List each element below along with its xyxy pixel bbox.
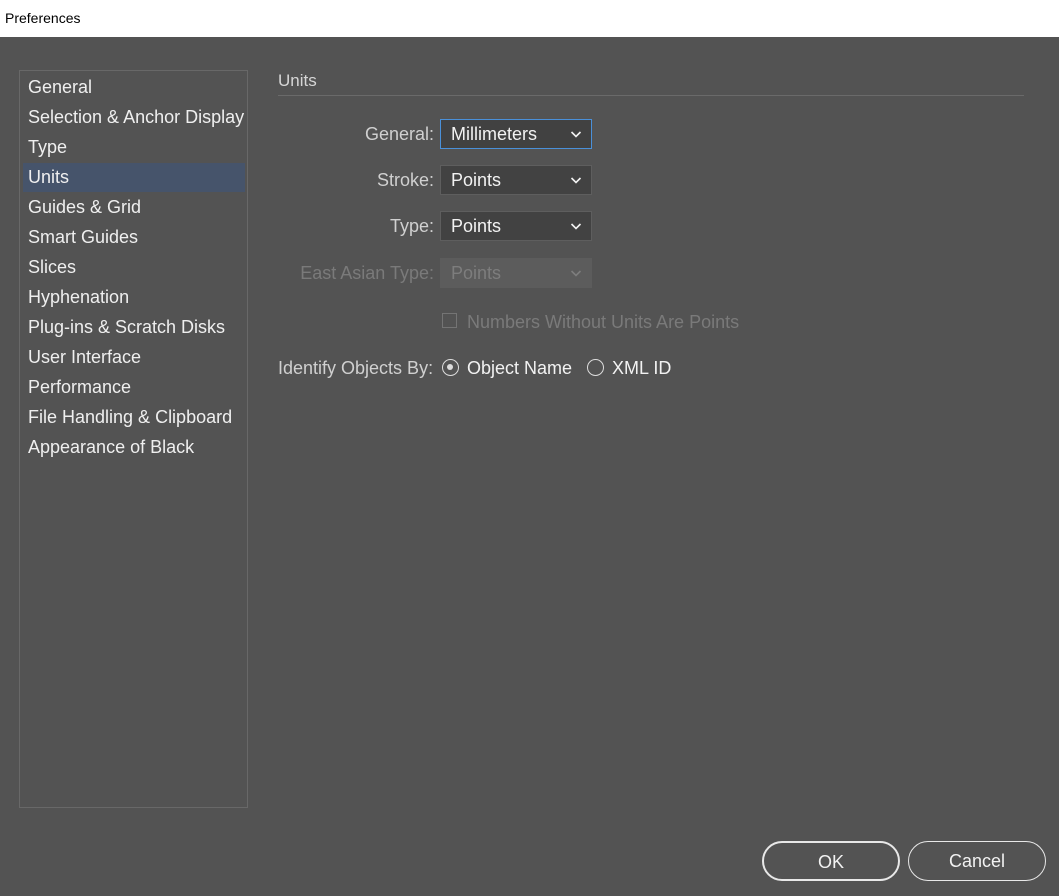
radio-unselected-icon[interactable]	[587, 359, 604, 376]
ok-button[interactable]: OK	[762, 841, 900, 881]
east-asian-type-dropdown: Points	[440, 258, 592, 288]
radio-selected-icon[interactable]	[442, 359, 459, 376]
sidebar-item-performance[interactable]: Performance	[23, 373, 245, 402]
sidebar-item-file-handling-clipboard[interactable]: File Handling & Clipboard	[23, 403, 245, 432]
radio-object-name-label: Object Name	[467, 358, 573, 378]
sidebar-item-hyphenation[interactable]: Hyphenation	[23, 283, 245, 312]
sidebar-item-units[interactable]: Units	[23, 163, 245, 192]
sidebar-item-selection-anchor-display[interactable]: Selection & Anchor Display	[23, 103, 245, 132]
chevron-down-icon	[570, 177, 582, 184]
identify-objects-label: Identify Objects By:	[278, 358, 434, 378]
sidebar-item-appearance-of-black[interactable]: Appearance of Black	[23, 433, 245, 462]
east-asian-type-value: Points	[451, 263, 502, 283]
sidebar-item-general[interactable]: General	[23, 73, 245, 102]
sidebar-item-type[interactable]: Type	[23, 133, 245, 162]
chevron-down-icon	[570, 270, 582, 277]
radio-xml-id-label: XML ID	[612, 358, 672, 378]
stroke-units-value: Points	[451, 170, 502, 190]
stroke-units-label: Stroke:	[376, 170, 434, 190]
section-title: Units	[278, 71, 317, 90]
numbers-without-units-checkbox	[442, 313, 457, 328]
numbers-without-units-label: Numbers Without Units Are Points	[467, 312, 740, 332]
type-units-dropdown[interactable]: Points	[440, 211, 592, 241]
stroke-units-dropdown[interactable]: Points	[440, 165, 592, 195]
type-units-value: Points	[451, 216, 502, 236]
general-units-dropdown[interactable]: Millimeters	[440, 119, 592, 149]
type-units-label: Type:	[389, 216, 434, 236]
preferences-category-list: General Selection & Anchor Display Type …	[19, 70, 248, 808]
title-bar: Preferences	[0, 0, 1059, 37]
sidebar-item-plugins-scratch-disks[interactable]: Plug-ins & Scratch Disks	[23, 313, 245, 342]
cancel-button[interactable]: Cancel	[908, 841, 1046, 881]
general-units-value: Millimeters	[451, 124, 538, 144]
section-divider	[278, 95, 1024, 96]
chevron-down-icon	[570, 131, 582, 138]
chevron-down-icon	[570, 223, 582, 230]
sidebar-item-user-interface[interactable]: User Interface	[23, 343, 245, 372]
sidebar-item-slices[interactable]: Slices	[23, 253, 245, 282]
general-units-label: General:	[364, 124, 434, 144]
east-asian-type-label: East Asian Type:	[300, 263, 434, 283]
window-title: Preferences	[5, 10, 81, 26]
sidebar-item-smart-guides[interactable]: Smart Guides	[23, 223, 245, 252]
sidebar-item-guides-grid[interactable]: Guides & Grid	[23, 193, 245, 222]
